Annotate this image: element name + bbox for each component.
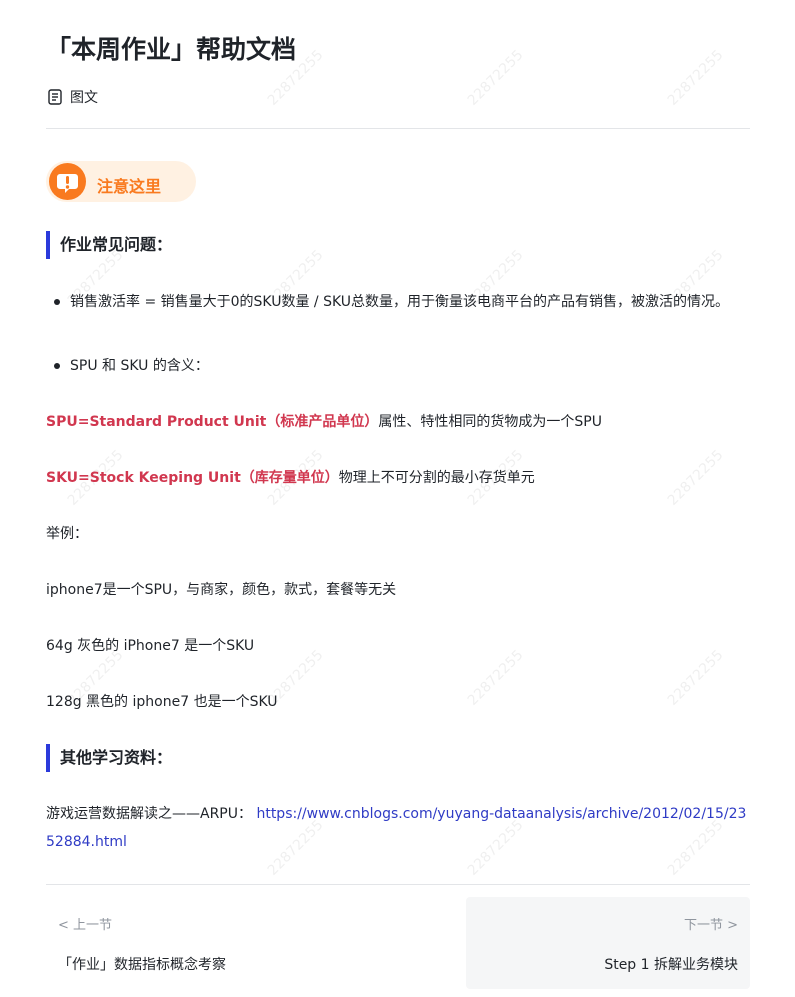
content-type: 图文 [48, 87, 98, 107]
sku-term: SKU=Stock Keeping Unit（库存量单位） [46, 470, 339, 486]
bullet-dot [54, 363, 60, 369]
list-item: SPU 和 SKU 的含义： [54, 352, 750, 380]
next-section-hint: 下一节 > [683, 918, 738, 933]
document-icon [48, 89, 62, 105]
example-label: 举例： [46, 526, 88, 542]
sku-description: 物理上不可分割的最小存货单元 [338, 470, 535, 486]
watermark: 22872255 [664, 47, 727, 109]
notice-badge: 注意这里 [46, 161, 196, 202]
spu-description: 属性、特性相同的货物成为一个SPU [378, 414, 602, 430]
bullet-text: 销售激活率 = 销售量大于0的SKU数量 / SKU总数量，用于衡量该电商平台的… [70, 294, 730, 310]
prev-section-hint: < 上一节 [58, 918, 113, 933]
bullet-dot [54, 299, 60, 305]
content-type-label: 图文 [70, 90, 98, 106]
example-text: 64g 灰色的 iPhone7 是一个SKU [46, 638, 255, 654]
section-heading-faq: 作业常见问题： [46, 231, 172, 259]
bullet-text: SPU 和 SKU 的含义： [70, 358, 209, 374]
resource-entry: 游戏运营数据解读之——ARPU： https://www.cnblogs.com… [46, 800, 750, 856]
example-text: iphone7是一个SPU，与商家，颜色，款式，套餐等无关 [46, 582, 397, 598]
prev-section-button[interactable]: < 上一节 「作业」数据指标概念考察 [46, 897, 386, 989]
sku-definition: SKU=Stock Keeping Unit（库存量单位）物理上不可分割的最小存… [46, 464, 750, 492]
next-section-button[interactable]: 下一节 > Step 1 拆解业务模块 [466, 897, 750, 989]
spu-term: SPU=Standard Product Unit（标准产品单位） [46, 414, 379, 430]
section-heading-resources: 其他学习资料： [46, 744, 172, 772]
notice-label: 注意这里 [97, 177, 162, 196]
example-text: 128g 黑色的 iphone7 也是一个SKU [46, 694, 278, 710]
header-divider [46, 128, 750, 129]
spu-definition: SPU=Standard Product Unit（标准产品单位）属性、特性相同… [46, 408, 750, 436]
exclamation-icon [49, 163, 86, 200]
footer-divider [46, 884, 750, 885]
next-section-title: Step 1 拆解业务模块 [604, 957, 738, 973]
list-item: 销售激活率 = 销售量大于0的SKU数量 / SKU总数量，用于衡量该电商平台的… [54, 288, 750, 316]
page-title: 「本周作业」帮助文档 [46, 35, 297, 64]
resource-label: 游戏运营数据解读之——ARPU： [46, 806, 252, 822]
watermark: 22872255 [464, 47, 527, 109]
prev-section-title: 「作业」数据指标概念考察 [58, 957, 226, 973]
